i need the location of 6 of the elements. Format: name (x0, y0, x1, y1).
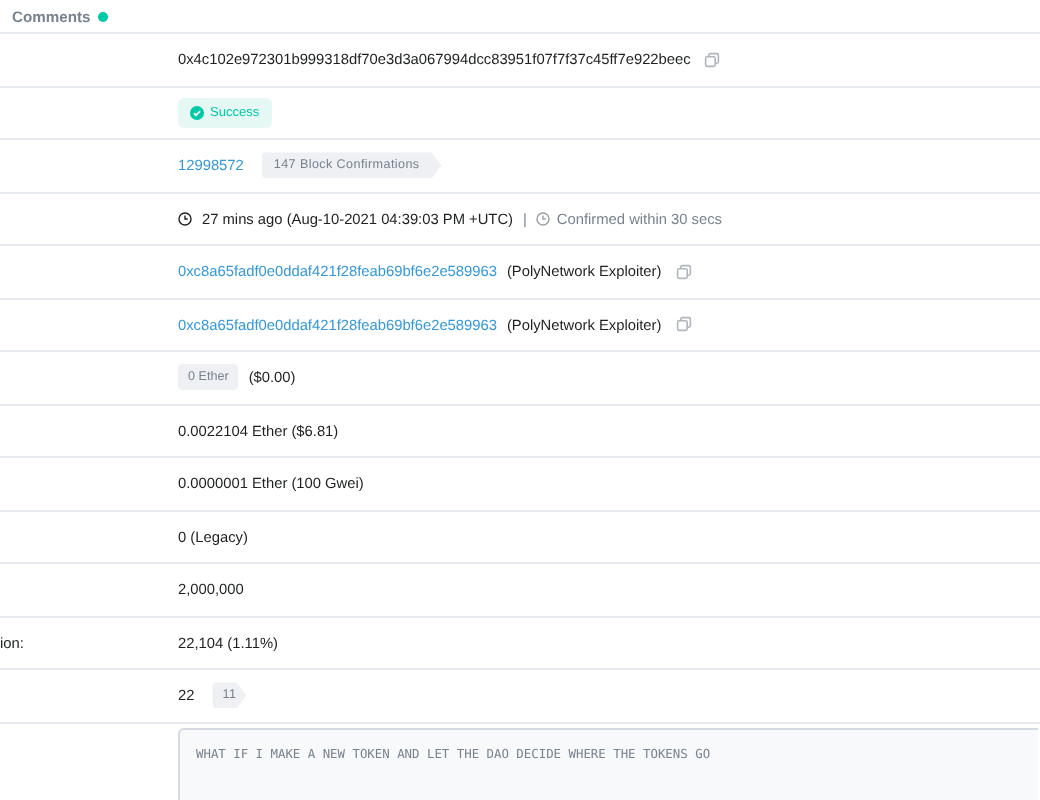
copy-icon[interactable] (675, 263, 692, 280)
clock-icon (536, 211, 551, 226)
copy-icon[interactable] (704, 51, 721, 68)
copy-icon[interactable] (675, 316, 692, 333)
status-dot (98, 11, 109, 21)
clock-icon (178, 211, 192, 226)
